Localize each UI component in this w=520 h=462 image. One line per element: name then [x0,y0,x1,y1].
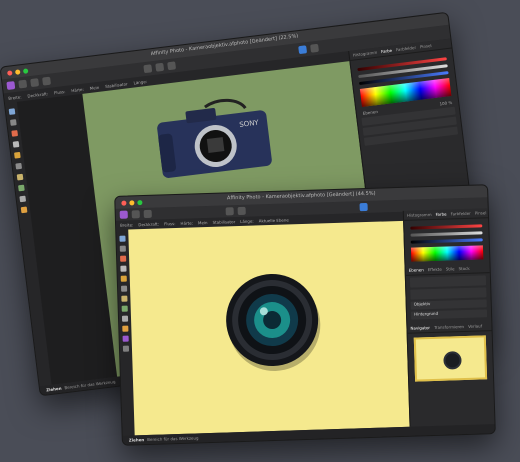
clone-tool-icon[interactable] [16,173,24,181]
tab-color[interactable]: Farbe [381,48,393,54]
eraser-tool-icon[interactable] [120,285,128,292]
ctx-label: Länge: [240,218,254,224]
pen-tool-icon[interactable] [19,195,27,203]
toolbar-button[interactable] [155,62,165,72]
toolbar-button[interactable] [30,78,40,88]
layer-row[interactable] [409,275,487,288]
layer-row[interactable]: Objektiv [410,299,487,310]
toolbar-button[interactable] [359,202,368,212]
opacity-value[interactable]: 100 % [439,100,452,107]
ctx-label[interactable]: Aktuelle Ebene [259,217,289,223]
toolbar-button[interactable] [298,45,308,55]
app-persona-icon[interactable] [119,210,128,219]
shape-tool-icon[interactable] [20,206,28,214]
toolbar-button[interactable] [143,64,153,74]
tab-styles[interactable]: Stile [446,266,455,271]
toolbar-button[interactable] [143,209,152,219]
layer-panel-tabs: Ebenen Effekte Stile Stock [405,263,490,276]
ctx-label: Deckkraft: [138,221,160,228]
status-text: Bereich für das Werkzeug [147,435,199,443]
toolbar-button[interactable] [42,76,52,86]
fill-tool-icon[interactable] [121,305,128,312]
paint-tool-icon[interactable] [14,151,21,159]
ctx-label: Länge: [133,78,148,86]
selection-tool-icon[interactable] [119,245,126,252]
front-canvas[interactable] [128,220,411,436]
status-label: Ziehen [128,437,145,443]
move-tool-icon[interactable] [119,235,126,242]
fill-tool-icon[interactable] [18,184,25,192]
tab-brushes[interactable]: Pinsel [475,210,487,215]
red-slider[interactable] [410,224,483,230]
green-slider[interactable] [410,231,483,237]
tab-swatches[interactable]: Farbfelder [451,211,471,217]
front-right-panel: Histogramm Farbe Farbfelder Pinsel Ebene… [402,208,495,427]
tab-transform[interactable]: Transformieren [434,324,464,330]
camera-lens-image [226,274,321,371]
blue-slider[interactable] [410,238,483,244]
tab-swatches[interactable]: Farbfelder [396,45,417,52]
ctx-label: Breite: [120,222,134,228]
crop-tool-icon[interactable] [11,130,19,137]
tab-color[interactable]: Farbe [435,212,446,217]
ctx-label: Breite: [8,93,22,101]
shape-tool-icon[interactable] [122,325,129,332]
move-tool-icon[interactable] [8,108,16,115]
toolbar-button[interactable] [225,207,234,216]
text-tool-icon[interactable] [122,335,129,342]
front-app-window: Affinity Photo - Kameraobjektiv.afphoto … [114,184,496,446]
selection-tool-icon[interactable] [10,119,17,126]
camera-body-image: SONY [157,98,272,178]
front-panel-tabs: Histogramm Farbe Farbfelder Pinsel [403,208,489,221]
navigator-lens-thumb [443,351,462,370]
brush-tool-icon[interactable] [12,140,20,148]
ctx-label[interactable]: Stabilisator [105,81,128,89]
ctx-label[interactable]: Stabilisator [212,219,235,225]
ctx-label: Deckkraft: [27,90,49,99]
tab-stock[interactable]: Stock [458,266,469,271]
zoom-tool-icon[interactable] [122,345,130,352]
tab-navigator[interactable]: Navigator [410,325,430,331]
tab-layers[interactable]: Ebenen [409,267,424,272]
status-label: Ziehen [45,385,62,393]
crop-tool-icon[interactable] [120,255,127,262]
pen-tool-icon[interactable] [121,315,129,322]
tab-effects[interactable]: Effekte [428,267,442,272]
layer-name: Hintergrund [413,310,439,317]
eraser-tool-icon[interactable] [15,162,23,170]
navigator-tabs: Navigator Transformieren Verlauf [407,321,492,334]
panel-section-label: Ebenen [362,109,379,116]
toolbar-button[interactable] [310,43,320,53]
layer-row[interactable]: Hintergrund [410,309,488,320]
ctx-label[interactable]: Mein [89,84,99,90]
ctx-label: Fluss: [163,221,176,227]
clone-tool-icon[interactable] [121,295,128,302]
color-spectrum[interactable] [410,245,484,262]
tab-history[interactable]: Verlauf [468,323,482,328]
paint-tool-icon[interactable] [120,275,127,282]
ctx-label: Härte: [70,86,84,93]
toolbar-button[interactable] [237,206,246,216]
brush-tool-icon[interactable] [120,265,127,272]
toolbar-button[interactable] [167,61,177,71]
tab-brushes[interactable]: Pinsel [420,43,432,49]
ctx-label: Fluss: [53,88,66,95]
ctx-label: Härte: [180,220,194,226]
ctx-label[interactable]: Mein [198,220,208,225]
layer-name: Objektiv [413,301,431,307]
layer-row[interactable] [410,287,487,300]
tab-histogram[interactable]: Histogramm [407,212,432,218]
tab-histogram[interactable]: Histogramm [352,50,377,58]
toolbar-button[interactable] [18,79,28,89]
navigator-preview[interactable] [413,335,488,382]
app-persona-icon[interactable] [6,81,16,90]
toolbar-button[interactable] [131,210,140,219]
